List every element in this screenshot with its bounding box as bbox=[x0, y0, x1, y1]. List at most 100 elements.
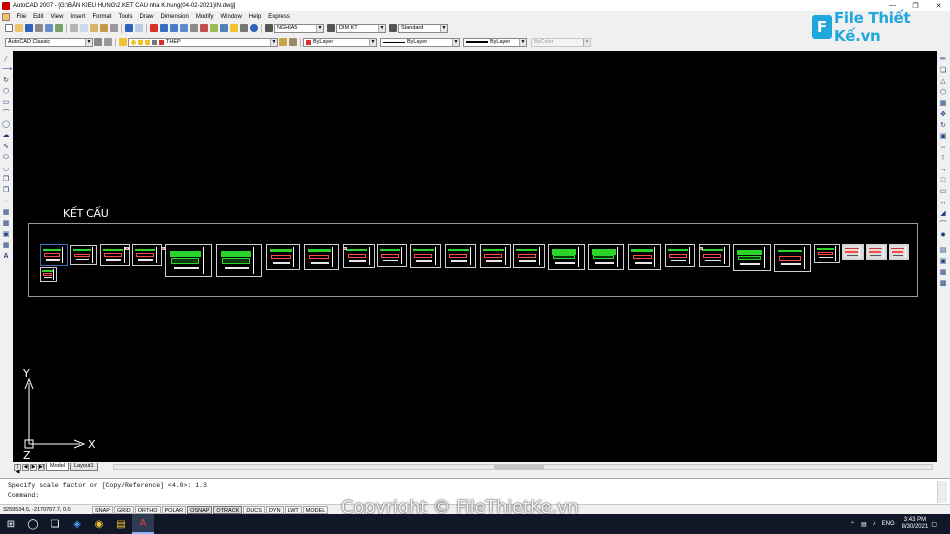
polygon-icon[interactable]: ⬡ bbox=[2, 88, 10, 96]
color-select[interactable]: ByLayer ▼ bbox=[303, 37, 377, 47]
windows-start-icon[interactable]: ⊞ bbox=[0, 514, 22, 534]
cut-icon[interactable] bbox=[70, 24, 78, 32]
drawing-sheet[interactable] bbox=[304, 244, 339, 270]
new-file-icon[interactable] bbox=[5, 24, 13, 32]
drawing-sheet[interactable] bbox=[343, 247, 347, 250]
network-icon[interactable]: ▤ bbox=[861, 521, 867, 528]
drawing-sheet[interactable] bbox=[889, 244, 909, 260]
zoom-previous-icon[interactable] bbox=[180, 24, 188, 32]
task-view-icon[interactable]: ❏ bbox=[44, 514, 66, 534]
chevron-down-icon[interactable]: ▼ bbox=[440, 24, 447, 32]
menu-view[interactable]: View bbox=[47, 14, 67, 20]
table-icon[interactable]: ▦ bbox=[2, 242, 10, 250]
drawing-sheet[interactable] bbox=[814, 244, 840, 263]
paste-icon[interactable] bbox=[90, 24, 98, 32]
point-icon[interactable]: · bbox=[2, 198, 10, 206]
rectangle-icon[interactable]: ▭ bbox=[2, 99, 10, 107]
draw-order-icon[interactable]: ▤ bbox=[939, 247, 947, 255]
explode-icon[interactable]: ✸ bbox=[939, 232, 947, 240]
grid-toggle[interactable]: GRID bbox=[113, 505, 134, 514]
drawing-sheet[interactable] bbox=[699, 247, 703, 250]
make-block-icon[interactable]: ❒ bbox=[2, 187, 10, 195]
zoom-window-icon[interactable] bbox=[170, 24, 178, 32]
drawing-sheet[interactable] bbox=[699, 244, 730, 267]
polyline-icon[interactable]: ↻ bbox=[2, 77, 10, 85]
previous-tab-icon[interactable]: ◀ bbox=[22, 463, 29, 471]
tray-overflow-icon[interactable]: ⌃ bbox=[850, 521, 855, 528]
multiline-text-icon[interactable]: A bbox=[2, 253, 10, 261]
fillet-icon[interactable]: ⌒ bbox=[939, 221, 947, 229]
menu-help[interactable]: Help bbox=[245, 14, 264, 20]
zoom-realtime-icon[interactable] bbox=[160, 24, 168, 32]
ducs-toggle[interactable]: DUCS bbox=[243, 505, 265, 514]
chamfer-icon[interactable]: ◢ bbox=[939, 210, 947, 218]
menu-window[interactable]: Window bbox=[217, 14, 245, 20]
menu-edit[interactable]: Edit bbox=[30, 14, 47, 20]
drawing-sheet[interactable] bbox=[665, 244, 695, 267]
menu-dimension[interactable]: Dimension bbox=[157, 14, 192, 20]
calculator-icon[interactable] bbox=[240, 24, 248, 32]
drawing-sheet[interactable] bbox=[343, 244, 375, 268]
make-object-layer-current-icon[interactable] bbox=[279, 38, 287, 46]
array-icon[interactable]: ▦ bbox=[939, 100, 947, 108]
drawing-sheet[interactable] bbox=[216, 244, 262, 277]
file-explorer-icon[interactable]: ▤ bbox=[110, 514, 132, 534]
trim-icon[interactable]: ⊺ bbox=[939, 155, 947, 163]
ellipse-icon[interactable]: ⬭ bbox=[2, 154, 10, 162]
last-tab-icon[interactable]: ▶| bbox=[38, 463, 45, 471]
menu-express[interactable]: Express bbox=[265, 14, 294, 20]
erase-icon[interactable]: ✏ bbox=[939, 56, 947, 64]
chevron-down-icon[interactable]: ▼ bbox=[369, 38, 376, 46]
chevron-down-icon[interactable]: ▼ bbox=[316, 24, 323, 32]
dim-style-icon[interactable] bbox=[327, 24, 335, 32]
workspace-settings-icon[interactable] bbox=[94, 38, 102, 46]
drawing-sheet[interactable] bbox=[445, 244, 476, 268]
chrome-icon[interactable]: ◉ bbox=[88, 514, 110, 534]
drawing-sheet[interactable] bbox=[480, 244, 511, 268]
drawing-sheet[interactable] bbox=[733, 244, 771, 271]
menu-file[interactable]: File bbox=[13, 14, 30, 20]
design-center-icon[interactable] bbox=[200, 24, 208, 32]
tab-layout1[interactable]: Layout1 bbox=[69, 463, 98, 471]
model-space-canvas[interactable]: KẾT CẤU Y X Z bbox=[13, 51, 937, 462]
tool-palettes-icon[interactable] bbox=[210, 24, 218, 32]
spline-icon[interactable]: ∿ bbox=[2, 143, 10, 151]
drawing-sheet[interactable] bbox=[513, 244, 545, 268]
match-properties-icon[interactable] bbox=[100, 24, 108, 32]
workspace-select[interactable]: AutoCAD Classic ▼ bbox=[5, 37, 93, 47]
workspace-save-icon[interactable] bbox=[104, 38, 112, 46]
model-toggle[interactable]: MODEL bbox=[302, 505, 329, 514]
drawing-sheet[interactable] bbox=[842, 244, 864, 260]
drawing-sheet[interactable] bbox=[40, 244, 68, 266]
bring-above-icon[interactable]: ▩ bbox=[939, 280, 947, 288]
lwt-toggle[interactable]: LWT bbox=[284, 505, 302, 514]
sheet-set-icon[interactable] bbox=[220, 24, 228, 32]
snap-toggle[interactable]: SNAP bbox=[92, 505, 113, 514]
menu-draw[interactable]: Draw bbox=[136, 14, 157, 20]
drawing-sheet[interactable] bbox=[548, 244, 585, 270]
drawing-sheet[interactable] bbox=[125, 247, 130, 250]
rotate-icon[interactable]: ↻ bbox=[939, 122, 947, 130]
scale-icon[interactable]: ▣ bbox=[939, 133, 947, 141]
layer-manager-icon[interactable] bbox=[119, 38, 127, 46]
gradient-icon[interactable]: ▩ bbox=[2, 220, 10, 228]
block-editor-icon[interactable] bbox=[110, 24, 118, 32]
redo-icon[interactable] bbox=[135, 24, 143, 32]
break-icon[interactable]: ▭ bbox=[939, 188, 947, 196]
join-icon[interactable]: ↔ bbox=[939, 199, 947, 207]
drawing-sheet[interactable] bbox=[866, 244, 887, 260]
extend-icon[interactable]: → bbox=[939, 166, 947, 174]
copy-object-icon[interactable]: ❏ bbox=[939, 67, 947, 75]
menu-format[interactable]: Format bbox=[89, 14, 115, 20]
drawing-sheet[interactable] bbox=[165, 244, 212, 277]
offset-icon[interactable]: ⬡ bbox=[939, 89, 947, 97]
plot-preview-icon[interactable] bbox=[45, 24, 53, 32]
volume-icon[interactable]: ♪ bbox=[873, 521, 876, 527]
insert-block-icon[interactable]: ❐ bbox=[2, 176, 10, 184]
osnap-toggle[interactable]: OSNAP bbox=[187, 505, 213, 514]
document-icon[interactable] bbox=[2, 12, 10, 21]
drawing-sheet[interactable] bbox=[774, 244, 811, 272]
command-prompt[interactable]: Command: bbox=[8, 492, 39, 499]
lineweight-select[interactable]: ByLayer ▼ bbox=[463, 37, 527, 47]
properties-icon[interactable] bbox=[190, 24, 198, 32]
